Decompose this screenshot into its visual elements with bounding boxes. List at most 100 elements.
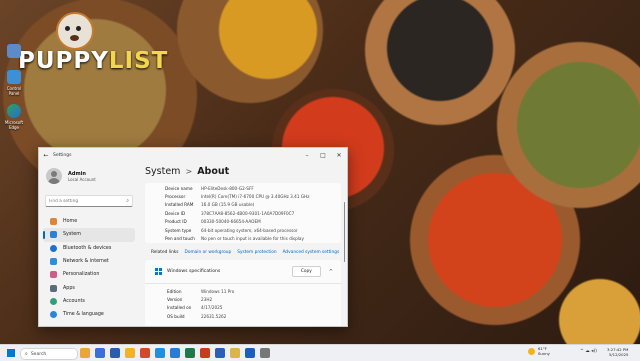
folder-icon bbox=[7, 44, 21, 58]
taskbar-app-icon[interactable] bbox=[140, 348, 150, 358]
breadcrumb-separator: > bbox=[185, 167, 193, 176]
accounts-icon bbox=[50, 297, 57, 305]
copy-button[interactable]: Copy bbox=[291, 266, 321, 277]
spec-value: 00330-50040-66654-AAOEM bbox=[201, 219, 261, 225]
control-panel-icon bbox=[7, 70, 21, 84]
desktop-icon-edge[interactable]: Microsoft Edge bbox=[3, 104, 25, 130]
taskbar-app-icon[interactable] bbox=[170, 348, 180, 358]
spec-value: 64-bit operating system, x64-based proce… bbox=[201, 227, 298, 233]
sun-icon bbox=[528, 348, 535, 356]
spec-row: OS build 22631.5262 bbox=[145, 312, 341, 320]
spec-key: Edition bbox=[167, 288, 182, 294]
settings-search[interactable]: ⌕ bbox=[45, 195, 133, 207]
scrollbar[interactable] bbox=[343, 202, 345, 262]
taskbar-app-icon[interactable] bbox=[95, 348, 105, 358]
start-button[interactable] bbox=[7, 349, 15, 357]
spec-row: System type 64-bit operating system, x64-… bbox=[145, 226, 341, 234]
spec-value: 22631.5262 bbox=[201, 313, 227, 319]
nav-item-label: Accounts bbox=[63, 298, 85, 304]
weather-widget[interactable]: 61°F Sunny bbox=[528, 346, 550, 356]
spec-key: Version bbox=[167, 297, 183, 303]
spec-value: Windows 11 Pro bbox=[201, 288, 235, 294]
link-domain-workgroup[interactable]: Domain or workgroup bbox=[185, 250, 232, 255]
nav-item-label: Apps bbox=[63, 285, 75, 291]
system-tray[interactable]: ^ ☁ ◂)) bbox=[580, 349, 597, 354]
close-button[interactable]: ✕ bbox=[331, 152, 347, 159]
window-title: Settings bbox=[53, 152, 72, 158]
globe-clock-icon bbox=[50, 311, 57, 319]
taskbar-app-icon[interactable] bbox=[110, 348, 120, 358]
taskbar-app-icon[interactable] bbox=[125, 348, 135, 358]
home-icon bbox=[50, 218, 57, 226]
nav-item-bluetooth[interactable]: Bluetooth & devices bbox=[43, 242, 135, 255]
search-icon: ⌕ bbox=[126, 198, 129, 204]
spec-value: HP-EliteDesk-800-G2-SFF bbox=[201, 185, 254, 191]
taskbar-app-icon[interactable] bbox=[260, 348, 270, 358]
link-system-protection[interactable]: System protection bbox=[237, 250, 276, 255]
nav-item-label: Bluetooth & devices bbox=[63, 245, 112, 251]
spec-value: No pen or touch input is available for t… bbox=[201, 236, 304, 242]
network-icon bbox=[50, 258, 57, 266]
apps-icon bbox=[50, 284, 57, 292]
related-links-label: Related links bbox=[151, 250, 179, 255]
link-advanced-system-settings[interactable]: Advanced system settings bbox=[283, 250, 340, 255]
breadcrumb-parent[interactable]: System bbox=[145, 166, 180, 177]
user-card[interactable]: Admin Local Account bbox=[39, 162, 139, 188]
desktop-icon-control-panel[interactable]: Control Panel bbox=[3, 70, 25, 96]
nav-item-apps[interactable]: Apps bbox=[43, 281, 135, 294]
nav-item-network[interactable]: Network & internet bbox=[43, 255, 135, 268]
system-icon bbox=[50, 231, 57, 239]
nav-item-time-language[interactable]: Time & language bbox=[43, 308, 135, 321]
spec-row: Processor Intel(R) Core(TM) i7-6700 CPU @… bbox=[145, 192, 341, 200]
taskbar-app-icon[interactable] bbox=[185, 348, 195, 358]
spec-key: Device ID bbox=[165, 210, 186, 216]
weather-desc: Sunny bbox=[538, 350, 550, 356]
pinned-apps bbox=[80, 348, 270, 358]
spec-value: 378C7AA8-8562-4B00-9301-1A0A7D09F0C7 bbox=[201, 210, 295, 216]
desktop-icon-recycle-bin[interactable] bbox=[3, 44, 25, 60]
chevron-up-icon[interactable]: ^ bbox=[329, 269, 333, 275]
nav-item-label: Home bbox=[63, 219, 78, 225]
clock[interactable]: 3:27:42 PM 5/12/2025 bbox=[607, 347, 628, 357]
windows-specs-header[interactable]: Windows specifications Copy ^ bbox=[145, 260, 341, 284]
nav-item-home[interactable]: Home bbox=[43, 215, 135, 228]
search-input[interactable] bbox=[49, 198, 127, 204]
page-title: About bbox=[197, 166, 230, 177]
taskbar-app-icon[interactable] bbox=[80, 348, 90, 358]
taskbar-app-icon[interactable] bbox=[200, 348, 210, 358]
spec-row: Pen and touch No pen or touch input is av… bbox=[145, 234, 341, 242]
windows-specifications: Windows specifications Copy ^ Edition Win… bbox=[145, 260, 341, 326]
nav-item-accounts[interactable]: Accounts bbox=[43, 295, 135, 308]
taskbar-app-icon[interactable] bbox=[215, 348, 225, 358]
brush-icon bbox=[50, 271, 57, 279]
desktop-icon-label: Control Panel bbox=[6, 86, 22, 96]
spec-key: Processor bbox=[165, 194, 186, 200]
back-arrow-icon[interactable]: ← bbox=[39, 152, 53, 159]
nav-item-system[interactable]: System bbox=[43, 228, 135, 242]
nav-item-label: Time & language bbox=[63, 312, 104, 318]
spec-key: Device name bbox=[165, 185, 193, 191]
breadcrumb: System > About bbox=[145, 166, 229, 177]
spec-key: Installed on bbox=[167, 305, 192, 311]
spec-row: Product ID 00330-50040-66654-AAOEM bbox=[145, 218, 341, 226]
search-icon: ⌕ bbox=[25, 351, 28, 357]
minimize-button[interactable]: – bbox=[299, 152, 315, 159]
taskbar-app-icon[interactable] bbox=[245, 348, 255, 358]
spec-key: OS build bbox=[167, 313, 185, 319]
spec-key: System type bbox=[165, 227, 192, 233]
dog-logo-icon bbox=[56, 12, 94, 50]
account-type: Local Account bbox=[68, 176, 96, 182]
nav-item-personalization[interactable]: Personalization bbox=[43, 268, 135, 281]
nav-item-label: Personalization bbox=[63, 272, 100, 278]
title-bar: ← Settings – □ ✕ bbox=[39, 148, 347, 162]
taskbar-search[interactable]: ⌕ Search bbox=[20, 348, 78, 360]
logo-text: PUPPYLIST bbox=[18, 48, 169, 74]
maximize-button[interactable]: □ bbox=[315, 152, 331, 159]
nav-item-label: System bbox=[63, 232, 81, 238]
taskbar-search-label: Search bbox=[30, 351, 47, 357]
puppylist-logo: PUPPYLIST bbox=[8, 10, 167, 74]
windows-specs-title: Windows specifications bbox=[167, 269, 221, 274]
taskbar-app-icon[interactable] bbox=[230, 348, 240, 358]
taskbar-app-icon[interactable] bbox=[155, 348, 165, 358]
spec-value: Intel(R) Core(TM) i7-6700 CPU @ 3.40GHz … bbox=[201, 194, 310, 200]
